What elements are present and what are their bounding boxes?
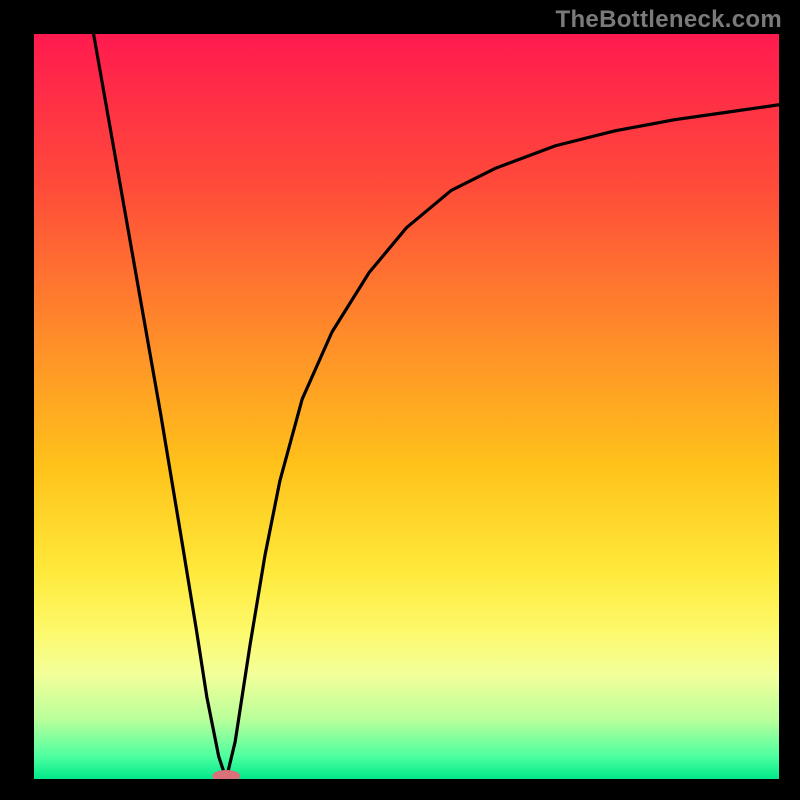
chart-svg [34,34,779,779]
figure-frame: TheBottleneck.com [0,0,800,800]
plot-area [34,34,779,779]
watermark-label: TheBottleneck.com [556,6,782,34]
chart-background [34,34,779,779]
